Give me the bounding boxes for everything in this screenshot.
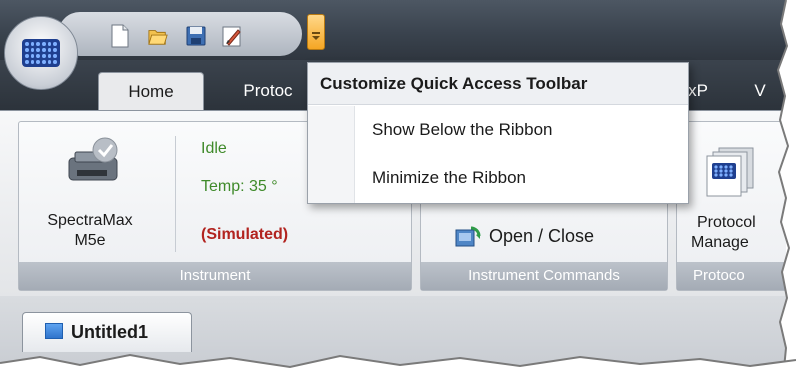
device-name: SpectraMax — [47, 212, 133, 229]
menu-item-minimize-ribbon[interactable]: Minimize the Ribbon — [308, 155, 688, 201]
protocol-group: Protocol Manage Protoco — [676, 121, 786, 291]
torn-edge-bottom — [0, 353, 796, 379]
check-badge-icon — [92, 137, 118, 163]
application-window: Home Protoc xP V SpectraMax M5e Idle Tem… — [0, 0, 786, 371]
title-bar — [0, 0, 786, 60]
tab-protocol[interactable]: Protoc — [226, 72, 310, 110]
instrument-commands-group-label: Instrument Commands — [421, 262, 667, 290]
protocol-manager-label-line1: Protocol — [697, 214, 756, 231]
new-document-icon[interactable] — [110, 24, 130, 48]
plate-reader-icon — [68, 137, 118, 181]
edit-icon[interactable] — [222, 24, 242, 48]
protocol-manager-label-line2: Manage — [691, 234, 749, 251]
status-temperature: Temp: 35 ° — [201, 178, 278, 195]
tab-v[interactable]: V — [748, 72, 772, 110]
protocol-manager-icon — [706, 147, 754, 197]
document-tab-label: Untitled1 — [71, 322, 149, 342]
device-model: M5e — [74, 232, 106, 249]
open-close-label: Open / Close — [489, 226, 595, 246]
tab-home[interactable]: Home — [98, 72, 204, 110]
status-simulated: (Simulated) — [201, 226, 289, 243]
application-menu-button[interactable] — [4, 16, 78, 90]
document-tab-untitled1[interactable]: Untitled1 — [22, 312, 192, 352]
instrument-button[interactable]: SpectraMax M5e — [25, 128, 169, 258]
qat-dropdown-button[interactable] — [307, 14, 325, 50]
instrument-group-label: Instrument — [19, 262, 411, 290]
open-folder-icon[interactable] — [148, 24, 168, 48]
customize-qat-menu: Customize Quick Access Toolbar Show Belo… — [307, 62, 689, 204]
protocol-group-label: Protoco — [677, 262, 786, 290]
status-idle: Idle — [201, 140, 227, 157]
document-icon — [45, 323, 63, 339]
save-icon[interactable] — [186, 24, 206, 48]
protocol-manager-button[interactable]: Protocol Manage — [677, 128, 786, 258]
qat-dropdown-icon — [312, 32, 320, 34]
menu-header: Customize Quick Access Toolbar — [308, 63, 688, 105]
open-close-button[interactable]: Open / Close — [449, 222, 639, 252]
torn-edge-right — [776, 0, 796, 379]
menu-item-show-below-ribbon[interactable]: Show Below the Ribbon — [308, 107, 688, 153]
app-logo-microplate — [22, 39, 60, 67]
quick-access-toolbar — [58, 12, 302, 56]
open-close-icon — [455, 226, 481, 247]
